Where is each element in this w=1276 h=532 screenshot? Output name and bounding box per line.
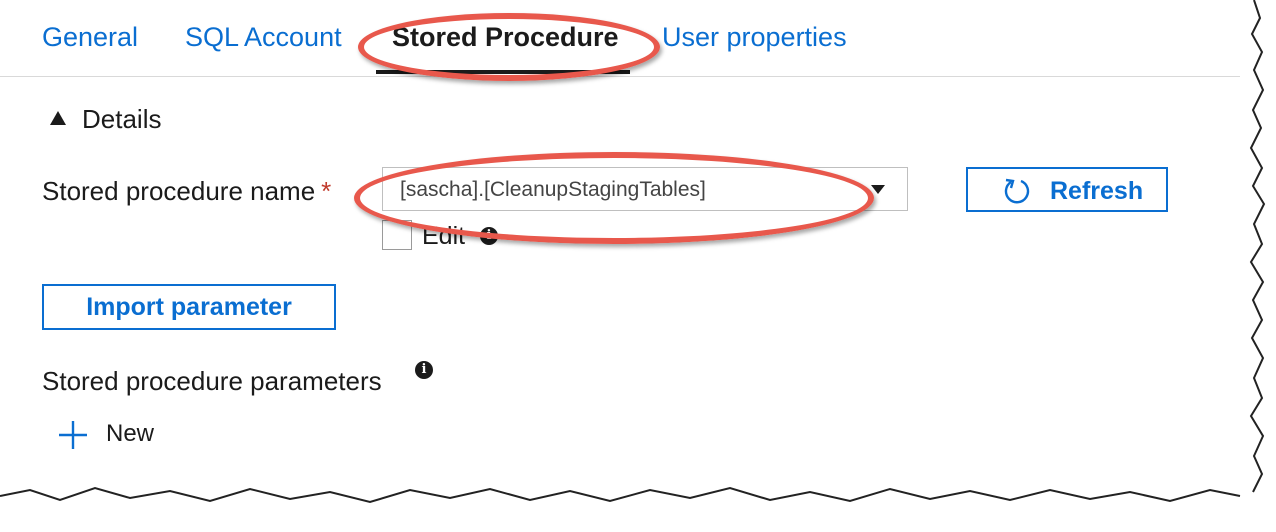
info-icon[interactable]: i (415, 361, 433, 379)
details-toggle[interactable]: Details (50, 104, 161, 135)
refresh-label: Refresh (1050, 177, 1144, 205)
import-parameter-button[interactable]: Import parameter (42, 284, 336, 330)
tab-user-properties[interactable]: User properties (662, 22, 847, 53)
new-label: New (106, 420, 155, 447)
tab-general[interactable]: General (42, 22, 138, 53)
refresh-icon (1004, 178, 1030, 204)
stored-procedure-name-label: Stored procedure name * (42, 176, 331, 207)
required-marker: * (321, 176, 332, 206)
tab-stored-procedure[interactable]: Stored Procedure (392, 22, 619, 53)
torn-edge-bottom (0, 486, 1241, 532)
stored-procedure-name-text: Stored procedure name (42, 176, 316, 206)
edit-label: Edit (422, 222, 466, 250)
edit-checkbox[interactable] (382, 220, 412, 250)
stored-procedure-select[interactable]: [sascha].[CleanupStagingTables] (382, 167, 908, 211)
active-tab-indicator (376, 70, 630, 74)
triangle-up-icon (50, 111, 66, 126)
refresh-button[interactable]: Refresh (966, 167, 1168, 212)
chevron-down-icon (871, 185, 885, 194)
plus-icon (59, 421, 87, 449)
stored-procedure-parameters-label: Stored procedure parameters (42, 366, 382, 396)
tab-sql-account[interactable]: SQL Account (185, 22, 342, 53)
info-icon[interactable]: i (480, 227, 498, 245)
tab-bar: General SQL Account Stored Procedure Use… (0, 0, 1240, 77)
dialog-page: General SQL Account Stored Procedure Use… (0, 0, 1276, 532)
stored-procedure-select-value: [sascha].[CleanupStagingTables] (400, 178, 706, 201)
torn-edge-right (1249, 0, 1276, 493)
details-label: Details (82, 104, 162, 134)
